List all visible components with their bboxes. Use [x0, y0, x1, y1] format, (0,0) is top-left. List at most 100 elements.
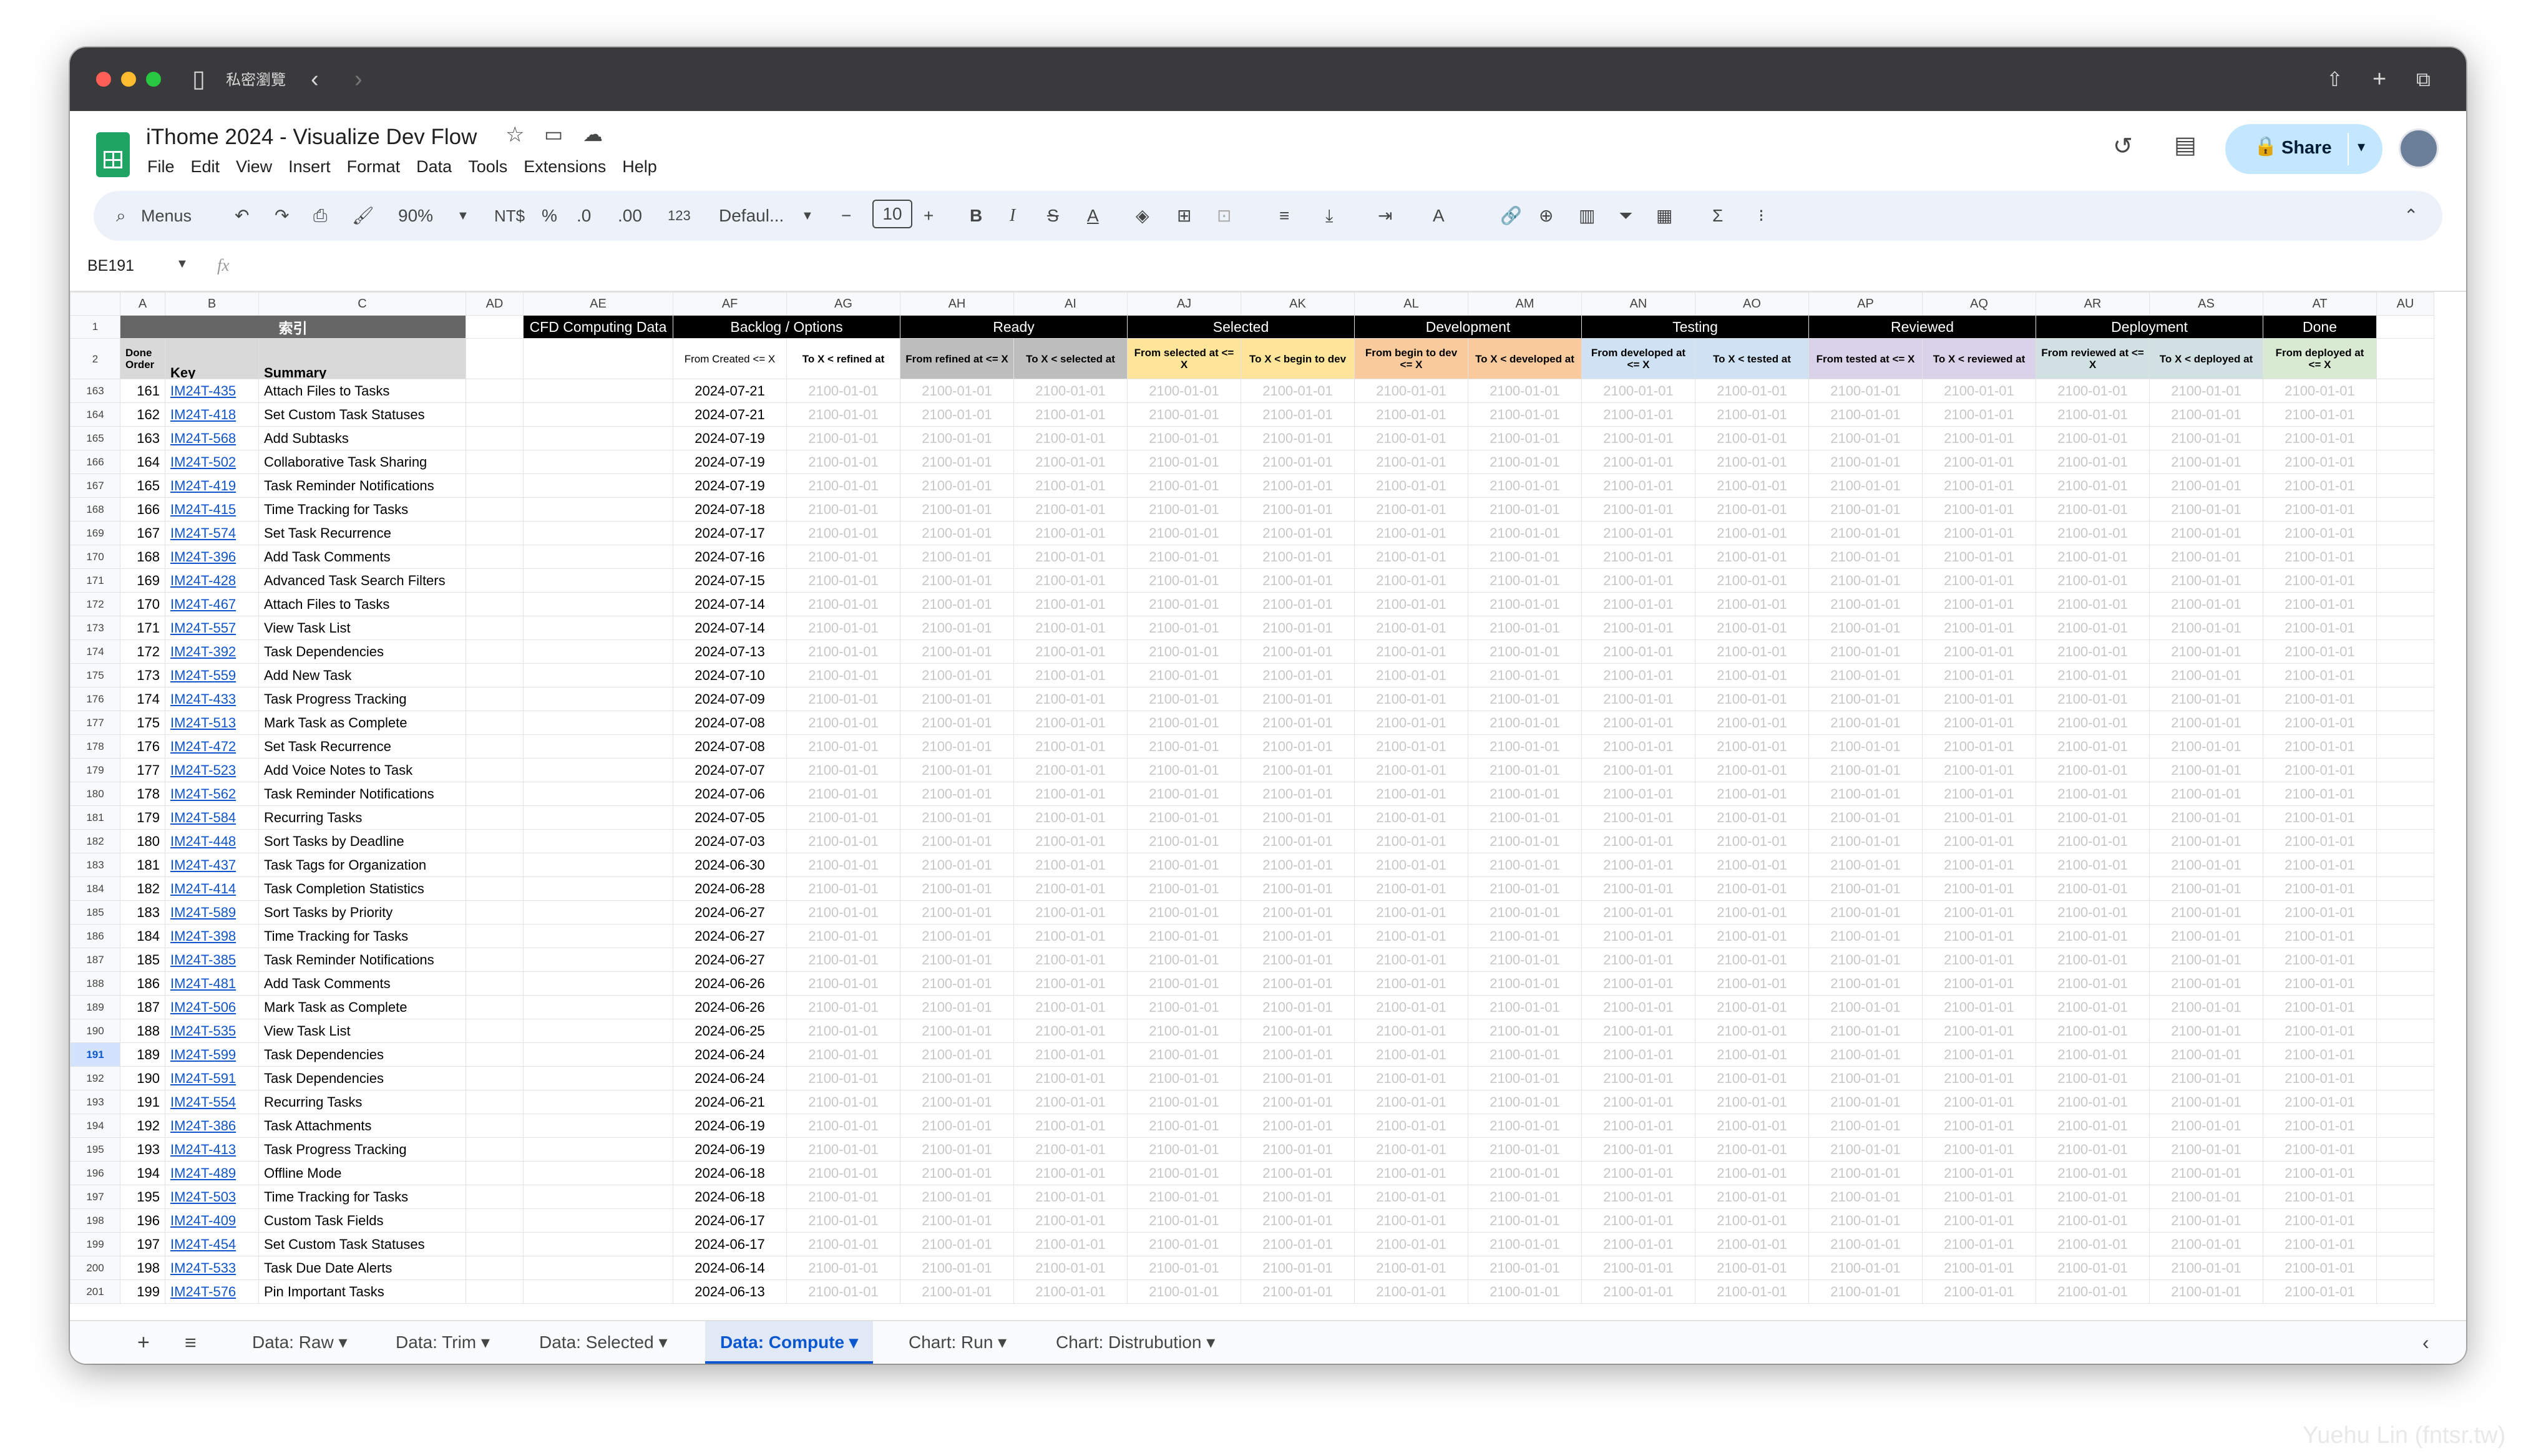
close-window-button[interactable] [96, 72, 111, 87]
placeholder-date-cell[interactable]: 2100-01-01 [1013, 568, 1128, 593]
italic-icon[interactable]: I [1010, 202, 1015, 230]
placeholder-date-cell[interactable]: 2100-01-01 [786, 687, 900, 711]
placeholder-date-cell[interactable]: 2100-01-01 [786, 473, 900, 498]
placeholder-date-cell[interactable]: 2100-01-01 [786, 592, 900, 616]
placeholder-date-cell[interactable]: 2100-01-01 [1695, 1114, 1809, 1138]
placeholder-date-cell[interactable]: 2100-01-01 [2263, 1256, 2377, 1280]
placeholder-date-cell[interactable]: 2100-01-01 [1581, 1256, 1695, 1280]
created-date-cell[interactable]: 2024-07-21 [673, 402, 787, 427]
placeholder-date-cell[interactable]: 2100-01-01 [1581, 568, 1695, 593]
placeholder-date-cell[interactable]: 2100-01-01 [2149, 1232, 2263, 1256]
placeholder-date-cell[interactable]: 2100-01-01 [786, 497, 900, 522]
placeholder-date-cell[interactable]: 2100-01-01 [2263, 1137, 2377, 1162]
placeholder-date-cell[interactable]: 2100-01-01 [1127, 734, 1241, 759]
placeholder-date-cell[interactable]: 2100-01-01 [1241, 1019, 1355, 1043]
cell[interactable] [523, 711, 673, 735]
placeholder-date-cell[interactable]: 2100-01-01 [1241, 829, 1355, 853]
summary-cell[interactable]: Add Task Comments [258, 971, 466, 996]
placeholder-date-cell[interactable]: 2100-01-01 [2263, 450, 2377, 474]
placeholder-date-cell[interactable]: 2100-01-01 [2263, 924, 2377, 948]
placeholder-date-cell[interactable]: 2100-01-01 [1241, 1256, 1355, 1280]
search-icon[interactable]: ⌕ [116, 202, 126, 230]
placeholder-date-cell[interactable]: 2100-01-01 [1581, 1185, 1695, 1209]
placeholder-date-cell[interactable]: 2100-01-01 [1241, 402, 1355, 427]
borders-icon[interactable]: ⊞ [1177, 202, 1191, 230]
placeholder-date-cell[interactable]: 2100-01-01 [1241, 805, 1355, 830]
summary-cell[interactable]: Task Dependencies [258, 1066, 466, 1090]
placeholder-date-cell[interactable]: 2100-01-01 [2036, 995, 2150, 1019]
placeholder-date-cell[interactable]: 2100-01-01 [1013, 521, 1128, 545]
key-link[interactable]: IM24T-472 [165, 734, 259, 759]
placeholder-date-cell[interactable]: 2100-01-01 [1127, 1185, 1241, 1209]
placeholder-date-cell[interactable]: 2100-01-01 [1695, 497, 1809, 522]
cell[interactable] [523, 1208, 673, 1233]
cell[interactable] [2376, 1090, 2434, 1114]
placeholder-date-cell[interactable]: 2100-01-01 [900, 1161, 1014, 1185]
strikethrough-icon[interactable]: S [1047, 202, 1059, 230]
placeholder-date-cell[interactable]: 2100-01-01 [786, 711, 900, 735]
placeholder-date-cell[interactable]: 2100-01-01 [2036, 1042, 2150, 1067]
summary-cell[interactable]: Attach Files to Tasks [258, 592, 466, 616]
placeholder-date-cell[interactable]: 2100-01-01 [1581, 545, 1695, 569]
col-header[interactable]: AS [2149, 292, 2263, 316]
placeholder-date-cell[interactable]: 2100-01-01 [1354, 971, 1468, 996]
placeholder-date-cell[interactable]: 2100-01-01 [1922, 1185, 2036, 1209]
placeholder-date-cell[interactable]: 2100-01-01 [1241, 379, 1355, 403]
placeholder-date-cell[interactable]: 2100-01-01 [2149, 402, 2263, 427]
placeholder-date-cell[interactable]: 2100-01-01 [1808, 924, 1923, 948]
created-date-cell[interactable]: 2024-07-09 [673, 687, 787, 711]
cell[interactable] [523, 829, 673, 853]
done-order-cell[interactable]: 184 [120, 924, 165, 948]
col-header[interactable]: AR [2036, 292, 2150, 316]
placeholder-date-cell[interactable]: 2100-01-01 [2263, 1208, 2377, 1233]
placeholder-date-cell[interactable]: 2100-01-01 [1808, 473, 1923, 498]
row-number[interactable]: 201 [70, 1279, 120, 1304]
cell[interactable] [466, 545, 524, 569]
cell[interactable] [2376, 1185, 2434, 1209]
row-number[interactable]: 165 [70, 426, 120, 450]
placeholder-date-cell[interactable]: 2100-01-01 [2036, 948, 2150, 972]
placeholder-date-cell[interactable]: 2100-01-01 [1127, 592, 1241, 616]
placeholder-date-cell[interactable]: 2100-01-01 [1354, 639, 1468, 664]
placeholder-date-cell[interactable]: 2100-01-01 [1695, 592, 1809, 616]
summary-cell[interactable]: Task Reminder Notifications [258, 473, 466, 498]
placeholder-date-cell[interactable]: 2100-01-01 [900, 900, 1014, 925]
placeholder-date-cell[interactable]: 2100-01-01 [2036, 924, 2150, 948]
placeholder-date-cell[interactable]: 2100-01-01 [2036, 545, 2150, 569]
summary-cell[interactable]: Collaborative Task Sharing [258, 450, 466, 474]
placeholder-date-cell[interactable]: 2100-01-01 [1581, 995, 1695, 1019]
col-header[interactable]: AD [466, 292, 524, 316]
placeholder-date-cell[interactable]: 2100-01-01 [1468, 948, 1582, 972]
placeholder-date-cell[interactable]: 2100-01-01 [786, 782, 900, 806]
placeholder-date-cell[interactable]: 2100-01-01 [1922, 924, 2036, 948]
placeholder-date-cell[interactable]: 2100-01-01 [1695, 1066, 1809, 1090]
tab-chart-run[interactable]: Chart: Run ▾ [909, 1321, 1007, 1364]
tab-data-raw[interactable]: Data: Raw ▾ [252, 1321, 348, 1364]
placeholder-date-cell[interactable]: 2100-01-01 [1241, 450, 1355, 474]
placeholder-date-cell[interactable]: 2100-01-01 [1127, 1208, 1241, 1233]
placeholder-date-cell[interactable]: 2100-01-01 [2263, 1042, 2377, 1067]
placeholder-date-cell[interactable]: 2100-01-01 [900, 592, 1014, 616]
placeholder-date-cell[interactable]: 2100-01-01 [1354, 900, 1468, 925]
placeholder-date-cell[interactable]: 2100-01-01 [2263, 734, 2377, 759]
placeholder-date-cell[interactable]: 2100-01-01 [1695, 876, 1809, 901]
placeholder-date-cell[interactable]: 2100-01-01 [1013, 473, 1128, 498]
placeholder-date-cell[interactable]: 2100-01-01 [1581, 853, 1695, 877]
placeholder-date-cell[interactable]: 2100-01-01 [900, 497, 1014, 522]
key-link[interactable]: IM24T-419 [165, 473, 259, 498]
placeholder-date-cell[interactable]: 2100-01-01 [1695, 734, 1809, 759]
cell[interactable] [2376, 687, 2434, 711]
cell[interactable] [523, 568, 673, 593]
placeholder-date-cell[interactable]: 2100-01-01 [1468, 592, 1582, 616]
placeholder-date-cell[interactable]: 2100-01-01 [1808, 900, 1923, 925]
placeholder-date-cell[interactable]: 2100-01-01 [1468, 1279, 1582, 1304]
placeholder-date-cell[interactable]: 2100-01-01 [1922, 758, 2036, 782]
cell[interactable] [523, 924, 673, 948]
placeholder-date-cell[interactable]: 2100-01-01 [786, 1090, 900, 1114]
created-date-cell[interactable]: 2024-07-07 [673, 758, 787, 782]
placeholder-date-cell[interactable]: 2100-01-01 [2036, 592, 2150, 616]
cell[interactable] [466, 948, 524, 972]
cell[interactable] [523, 995, 673, 1019]
row-number[interactable]: 169 [70, 521, 120, 545]
placeholder-date-cell[interactable]: 2100-01-01 [1468, 402, 1582, 427]
